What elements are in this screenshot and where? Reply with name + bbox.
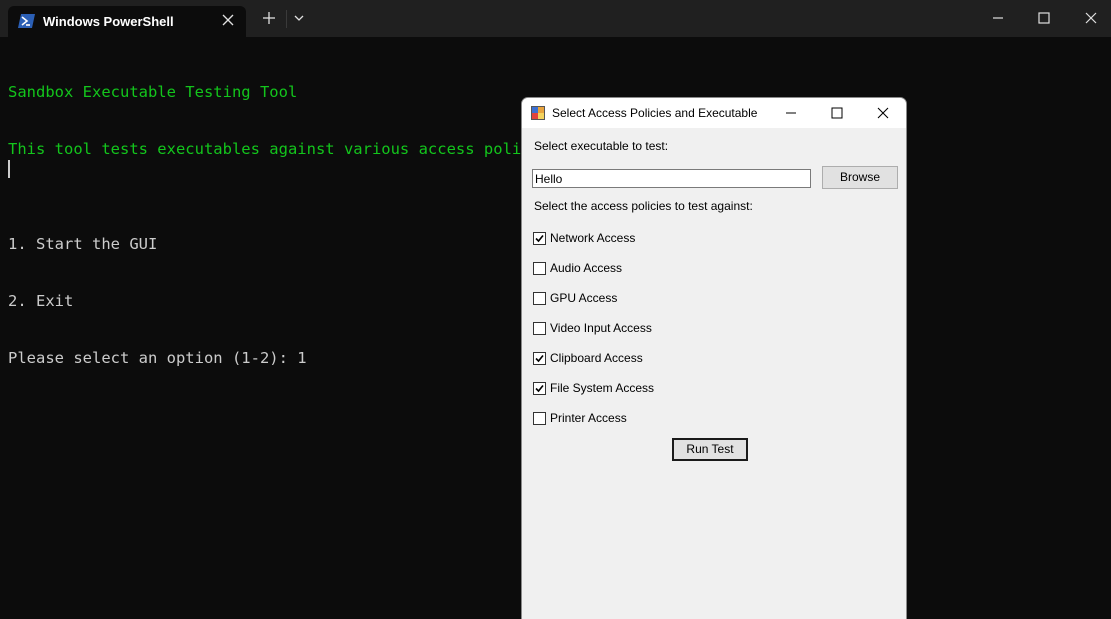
close-tab-icon[interactable] xyxy=(221,13,235,27)
maximize-icon[interactable] xyxy=(1036,10,1052,26)
browse-button[interactable]: Browse xyxy=(822,166,898,189)
tab-windows-powershell[interactable]: Windows PowerShell xyxy=(8,6,246,37)
dialog-title: Select Access Policies and Executable xyxy=(552,106,758,120)
tab-title: Windows PowerShell xyxy=(43,14,174,29)
titlebar-separator xyxy=(286,10,287,28)
checkbox[interactable] xyxy=(533,382,546,395)
checkbox[interactable] xyxy=(533,232,546,245)
access-policies-dialog: Select Access Policies and Executable Se… xyxy=(521,97,907,619)
maximize-icon[interactable] xyxy=(830,106,844,120)
checkbox[interactable] xyxy=(533,292,546,305)
policy-label: Network Access xyxy=(550,231,636,245)
minimize-icon[interactable] xyxy=(784,106,798,120)
powershell-icon xyxy=(18,14,35,28)
policy-label: File System Access xyxy=(550,381,655,395)
checkbox[interactable] xyxy=(533,322,546,335)
new-tab-icon[interactable] xyxy=(261,10,277,26)
close-dialog-icon[interactable] xyxy=(876,106,890,120)
executable-label: Select executable to test: xyxy=(534,139,669,153)
chevron-down-icon[interactable] xyxy=(291,10,307,26)
text-cursor xyxy=(8,160,10,178)
policies-label: Select the access policies to test again… xyxy=(534,199,753,213)
policy-label: Clipboard Access xyxy=(550,351,643,365)
policy-label: Printer Access xyxy=(550,411,627,425)
dialog-titlebar: Select Access Policies and Executable xyxy=(522,98,906,128)
policy-label: Audio Access xyxy=(550,261,623,275)
executable-input[interactable] xyxy=(532,169,811,188)
run-test-button[interactable]: Run Test xyxy=(672,438,748,461)
policy-label: GPU Access xyxy=(550,291,618,305)
app-icon xyxy=(531,106,545,120)
policy-label: Video Input Access xyxy=(550,321,652,335)
checkbox[interactable] xyxy=(533,412,546,425)
checkbox[interactable] xyxy=(533,352,546,365)
terminal-titlebar: Windows PowerShell xyxy=(0,0,1111,37)
checkbox[interactable] xyxy=(533,262,546,275)
minimize-icon[interactable] xyxy=(990,10,1006,26)
close-window-icon[interactable] xyxy=(1083,10,1099,26)
